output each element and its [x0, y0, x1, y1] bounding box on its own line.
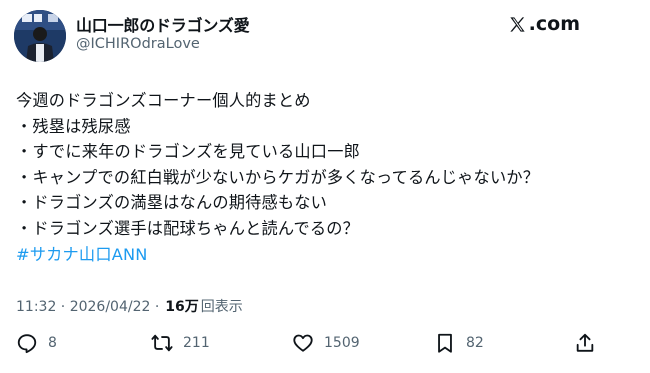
tweet-line: ・ドラゴンズ選手は配球ちゃんと読んでるの？: [16, 218, 360, 238]
repost-button[interactable]: 211: [151, 332, 210, 354]
bookmark-icon: [438, 333, 452, 353]
author-handle[interactable]: @ICHIROdraLove: [76, 36, 200, 52]
action-bar: 8 211 1509 82: [0, 332, 650, 356]
like-button[interactable]: 1509: [292, 332, 360, 354]
avatar[interactable]: [14, 10, 66, 62]
views-label: 回表示: [200, 299, 243, 315]
tweet-line: ・すでに来年のドラゴンズを見ている山口一郎: [16, 142, 360, 162]
share-button[interactable]: [574, 332, 596, 354]
tweet-text: 今週のドラゴンズコーナー個人的まとめ ・残塁は残尿感 ・すでに来年のドラゴンズを…: [16, 88, 636, 267]
tweet-line: ・残塁は残尿感: [16, 116, 131, 136]
tweet-line: ・ドラゴンズの満塁はなんの期待感もない: [16, 193, 328, 213]
views-count: 16万: [165, 299, 199, 315]
tweet-card: 山口一郎のドラゴンズ愛 @ICHIROdraLove .com 今週のドラゴンズ…: [0, 0, 650, 373]
tweet-meta: 11:32 · 2026/04/22 · 16万 回表示: [16, 296, 243, 316]
bookmark-count: 82: [466, 335, 484, 351]
x-logo-icon: [510, 16, 525, 32]
x-logo[interactable]: .com: [508, 13, 580, 35]
tweet-line: 今週のドラゴンズコーナー個人的まとめ: [16, 91, 311, 110]
share-icon: [576, 333, 594, 352]
x-logo-text: .com: [528, 13, 580, 35]
hashtag-link[interactable]: #サカナ山口ANN: [16, 242, 636, 268]
heart-icon: [293, 334, 313, 352]
repost-icon: [151, 334, 173, 352]
bookmark-button[interactable]: 82: [434, 332, 484, 354]
reply-button[interactable]: 8: [16, 332, 57, 354]
repost-count: 211: [183, 335, 210, 351]
like-count: 1509: [324, 335, 360, 351]
timestamp-link[interactable]: 11:32 · 2026/04/22 ·: [16, 299, 159, 315]
reply-count: 8: [48, 335, 57, 351]
reply-icon: [17, 334, 37, 354]
tweet-line: ・キャンプでの紅白戦が少ないからケガが多くなってるんじゃないか？: [16, 167, 540, 187]
author-display-name[interactable]: 山口一郎のドラゴンズ愛: [76, 12, 250, 36]
